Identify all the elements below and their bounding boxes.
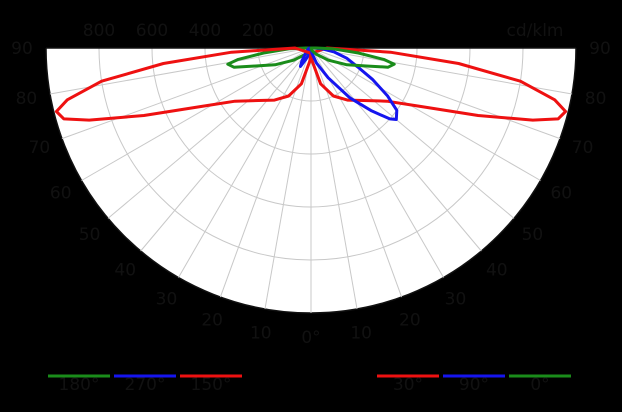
legend-label: 90°	[459, 375, 489, 395]
radial-tick-label: 200	[242, 21, 274, 41]
angle-label-right: 80	[585, 89, 607, 109]
angle-label-right: 90	[589, 39, 611, 59]
angle-label-right: 60	[550, 184, 572, 204]
radial-tick-label: 600	[136, 21, 168, 41]
legend-label: 30°	[393, 375, 423, 395]
legend-label: 150°	[191, 375, 232, 395]
radial-tick-label: 400	[189, 21, 221, 41]
angle-label-left: 20	[201, 311, 223, 331]
angle-label-left: 70	[29, 138, 51, 158]
polar-intensity-chart: 800 600 400 200 cd/klm 90 80 70 60 50 40 30 20 10 0° 90…	[11, 21, 611, 395]
angle-label-left: 80	[16, 89, 38, 109]
angle-label-left: 0°	[301, 328, 320, 348]
angle-label-left: 40	[114, 260, 136, 280]
radial-tick-label: 800	[83, 21, 115, 41]
angle-label-left: 10	[250, 324, 272, 344]
angle-label-left: 60	[50, 184, 72, 204]
angle-label-left: 90	[11, 39, 33, 59]
angle-label-right: 50	[522, 225, 544, 245]
angle-label-left: 30	[156, 289, 178, 309]
angle-label-right: 30	[445, 289, 467, 309]
legend-label: 0°	[530, 375, 549, 395]
unit-label: cd/klm	[507, 21, 564, 41]
legend-label: 180°	[59, 375, 100, 395]
legend-label: 270°	[125, 375, 166, 395]
angle-label-right: 40	[486, 260, 508, 280]
angle-label-right: 70	[572, 138, 594, 158]
legend: 180° 270° 150° 30° 90° 0°	[48, 374, 571, 395]
angle-label-right: 10	[350, 324, 372, 344]
angle-label-left: 50	[79, 225, 101, 245]
angle-label-right: 20	[399, 311, 421, 331]
